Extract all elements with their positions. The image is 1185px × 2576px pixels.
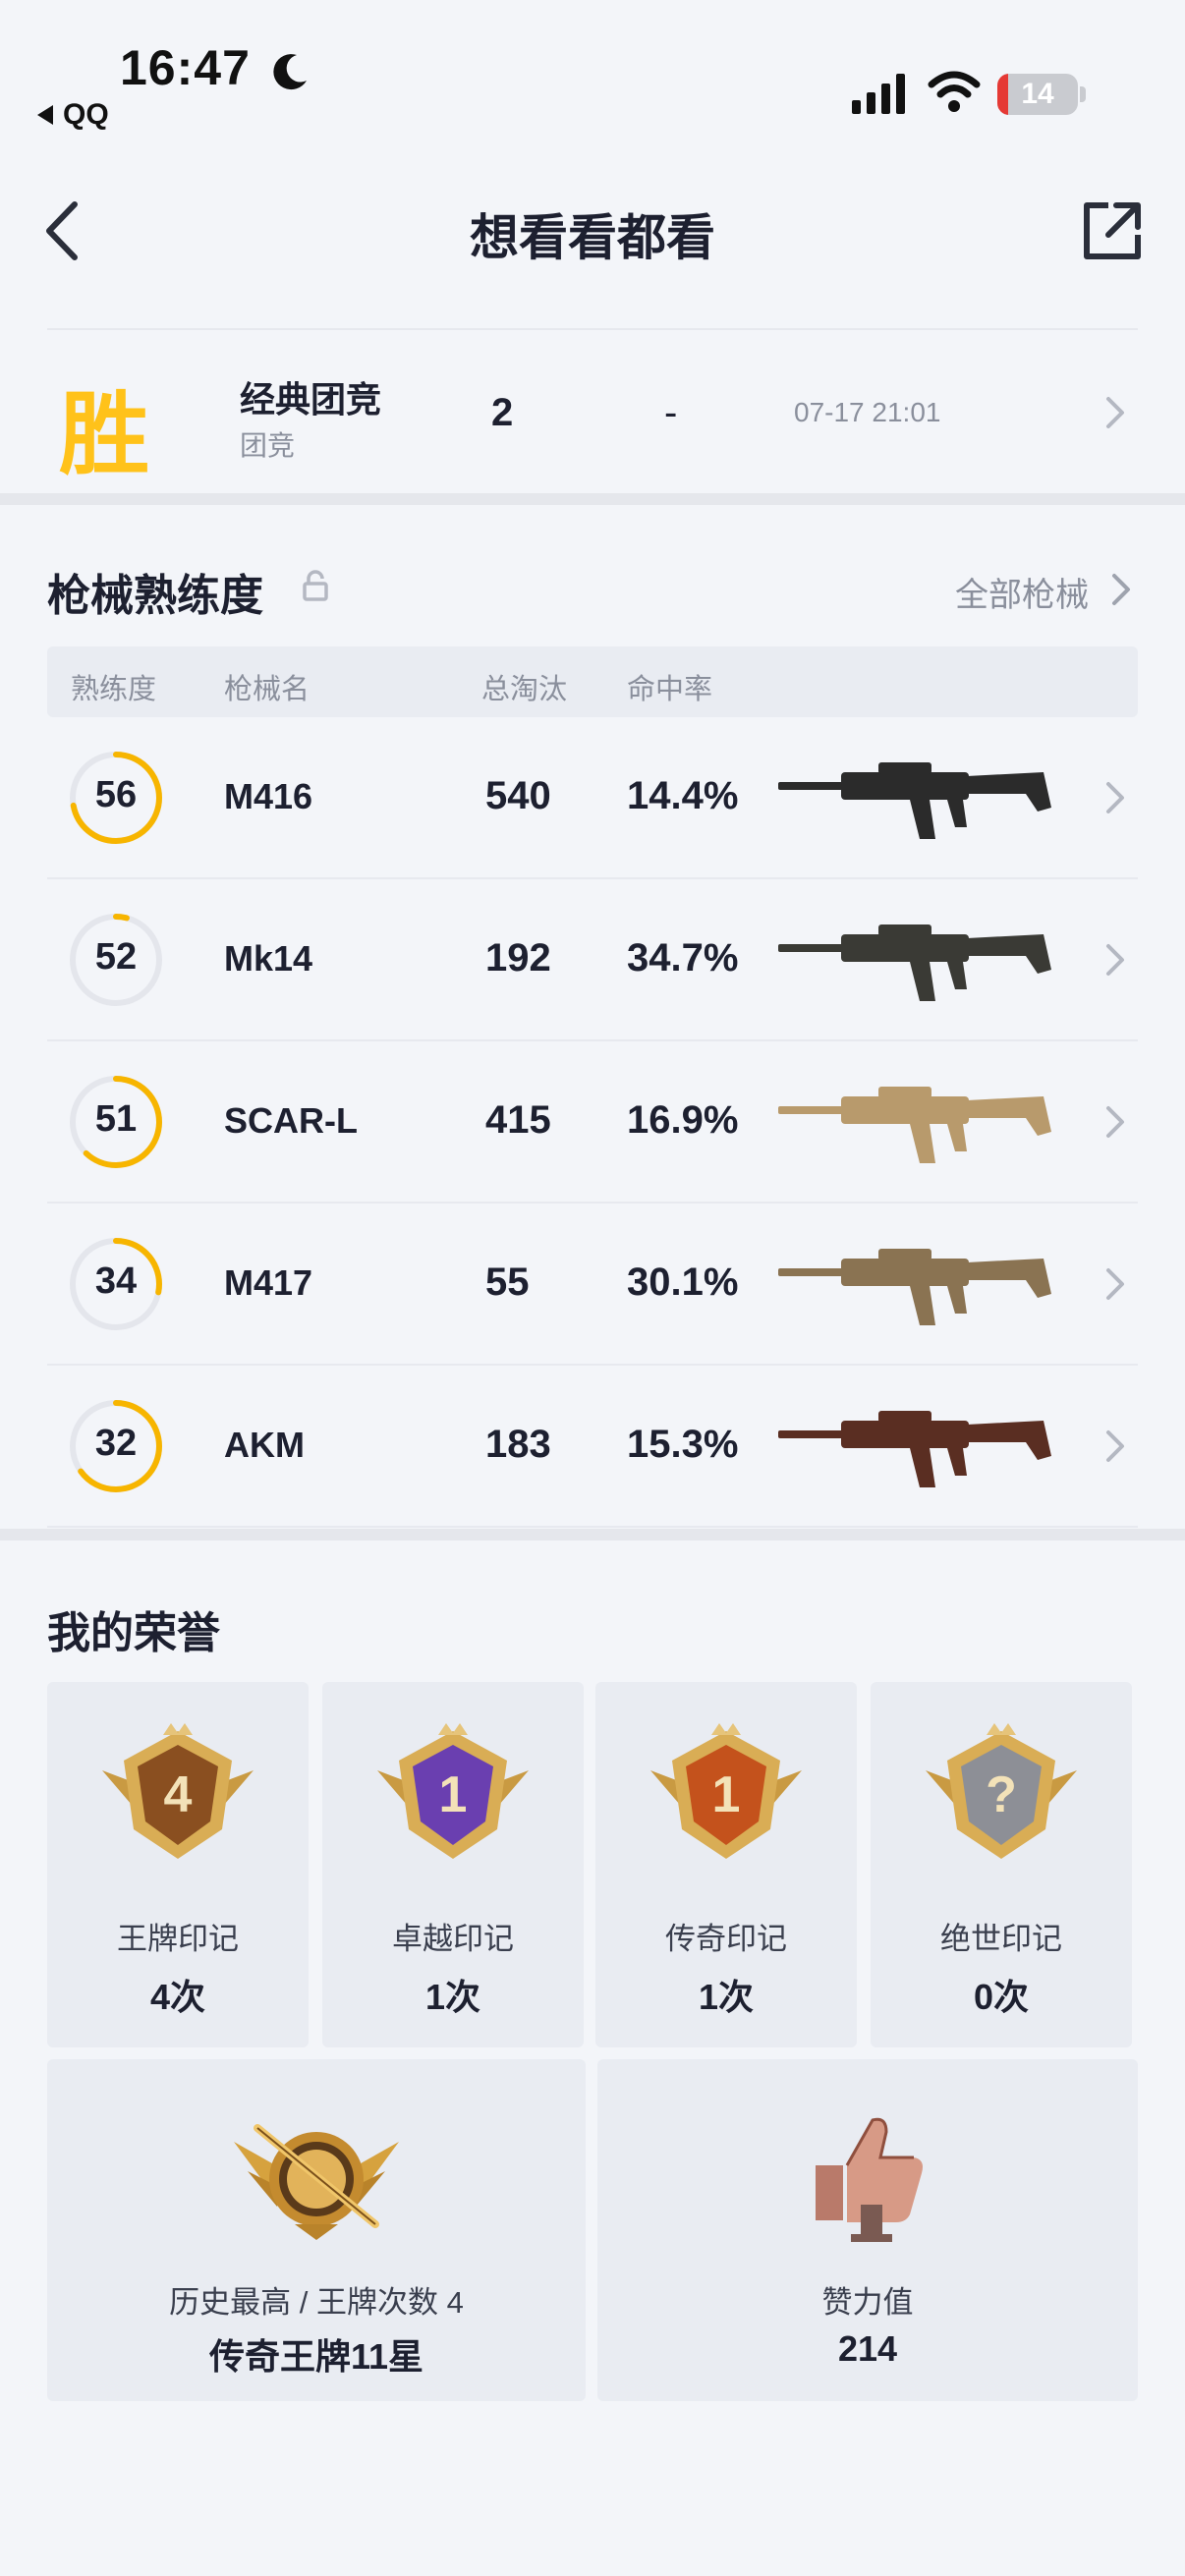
praise-label: 赞力值 — [821, 2285, 914, 2320]
weapon-name: M417 — [224, 1262, 313, 1303]
mastery-value: 56 — [94, 774, 138, 815]
weapon-image — [772, 1073, 1057, 1171]
chevron-right-icon[interactable] — [1104, 395, 1126, 430]
weapon-eliminations: 55 — [485, 1260, 530, 1304]
weapon-image — [772, 1397, 1057, 1495]
back-to-app[interactable]: QQ — [37, 98, 109, 132]
weapon-image — [772, 911, 1057, 1009]
weapon-name: Mk14 — [224, 938, 313, 979]
honor-label: 王牌印记 — [117, 1922, 239, 1956]
ace-badge-icon: 4 — [102, 1723, 254, 1859]
wifi-icon — [928, 71, 981, 112]
cellular-signal-icon — [852, 74, 905, 114]
battery-level: 14 — [1021, 78, 1054, 110]
battery-indicator: 14 — [997, 74, 1078, 115]
mastery-value: 32 — [94, 1423, 138, 1464]
honors-title: 我的荣誉 — [47, 1609, 220, 1657]
all-weapons-link[interactable]: 全部枪械 — [955, 568, 1089, 616]
page-title: 想看看都看 — [470, 210, 715, 265]
weapon-mastery-title: 枪械熟练度 — [47, 572, 263, 620]
chevron-right-icon[interactable] — [1104, 780, 1126, 815]
chevron-right-icon[interactable] — [1104, 942, 1126, 978]
chevron-right-icon[interactable] — [1104, 1428, 1126, 1464]
weapon-eliminations: 415 — [485, 1098, 551, 1142]
honor-count: 1次 — [698, 1977, 755, 2017]
honor-count: 1次 — [424, 1977, 481, 2017]
svg-text:4: 4 — [164, 1766, 193, 1823]
weapon-eliminations: 540 — [485, 774, 551, 817]
match-time: 07-17 21:01 — [794, 397, 941, 427]
match-result: 胜 — [59, 385, 150, 485]
chevron-right-icon[interactable] — [1104, 1266, 1126, 1302]
header-weapon-name: 枪械名 — [224, 674, 310, 705]
honor-count: 4次 — [149, 1977, 206, 2017]
match-mode-type: 团竞 — [240, 430, 296, 461]
weapon-eliminations: 183 — [485, 1423, 551, 1466]
weapon-image — [772, 1235, 1057, 1333]
mastery-value: 52 — [94, 936, 138, 978]
header-eliminations: 总淘汰 — [481, 674, 568, 705]
match-rank: 2 — [491, 391, 514, 434]
legend-badge-icon: 1 — [650, 1723, 802, 1859]
back-app-label: QQ — [63, 98, 109, 131]
match-kills: - — [664, 391, 678, 434]
excellence-badge-icon: 1 — [377, 1723, 529, 1859]
weapon-name: M416 — [224, 776, 313, 816]
rank-emblem-icon — [234, 2124, 399, 2240]
highest-rank-label: 历史最高 / 王牌次数 4 — [169, 2285, 464, 2320]
honor-label: 传奇印记 — [665, 1922, 787, 1956]
match-record-row[interactable] — [47, 328, 1138, 489]
section-divider — [0, 1529, 1185, 1540]
praise-value: 214 — [837, 2328, 898, 2369]
mastery-value: 51 — [94, 1098, 138, 1140]
status-time: 16:47 — [120, 40, 251, 95]
peerless-badge-icon: ? — [926, 1723, 1077, 1859]
weapon-table-header — [47, 646, 1138, 717]
svg-text:1: 1 — [712, 1766, 741, 1823]
chevron-right-icon[interactable] — [1110, 572, 1132, 607]
mastery-value: 34 — [94, 1260, 138, 1302]
weapon-accuracy: 15.3% — [627, 1423, 739, 1466]
header-mastery: 熟练度 — [71, 674, 157, 705]
weapon-image — [772, 749, 1057, 847]
moon-icon — [273, 54, 307, 90]
match-mode: 经典团竞 — [240, 379, 382, 420]
honor-label: 卓越印记 — [392, 1922, 514, 1956]
chevron-right-icon[interactable] — [1104, 1104, 1126, 1140]
honor-count: 0次 — [973, 1977, 1030, 2017]
honor-label: 绝世印记 — [940, 1922, 1062, 1956]
weapon-name: AKM — [224, 1425, 305, 1465]
share-icon[interactable] — [1081, 199, 1144, 262]
header-accuracy: 命中率 — [627, 674, 713, 705]
back-triangle-icon — [37, 105, 53, 125]
thumbs-up-icon — [816, 2117, 923, 2242]
weapon-accuracy: 30.1% — [627, 1260, 739, 1304]
weapon-accuracy: 14.4% — [627, 774, 739, 817]
lock-icon[interactable] — [301, 570, 330, 603]
highest-rank-value: 传奇王牌11星 — [208, 2336, 424, 2377]
svg-text:?: ? — [986, 1766, 1017, 1823]
section-divider — [0, 493, 1185, 505]
svg-text:1: 1 — [439, 1766, 468, 1823]
weapon-accuracy: 34.7% — [627, 936, 739, 980]
weapon-name: SCAR-L — [224, 1100, 358, 1141]
weapon-eliminations: 192 — [485, 936, 551, 980]
battery-cap — [1080, 86, 1086, 102]
weapon-accuracy: 16.9% — [627, 1098, 739, 1142]
